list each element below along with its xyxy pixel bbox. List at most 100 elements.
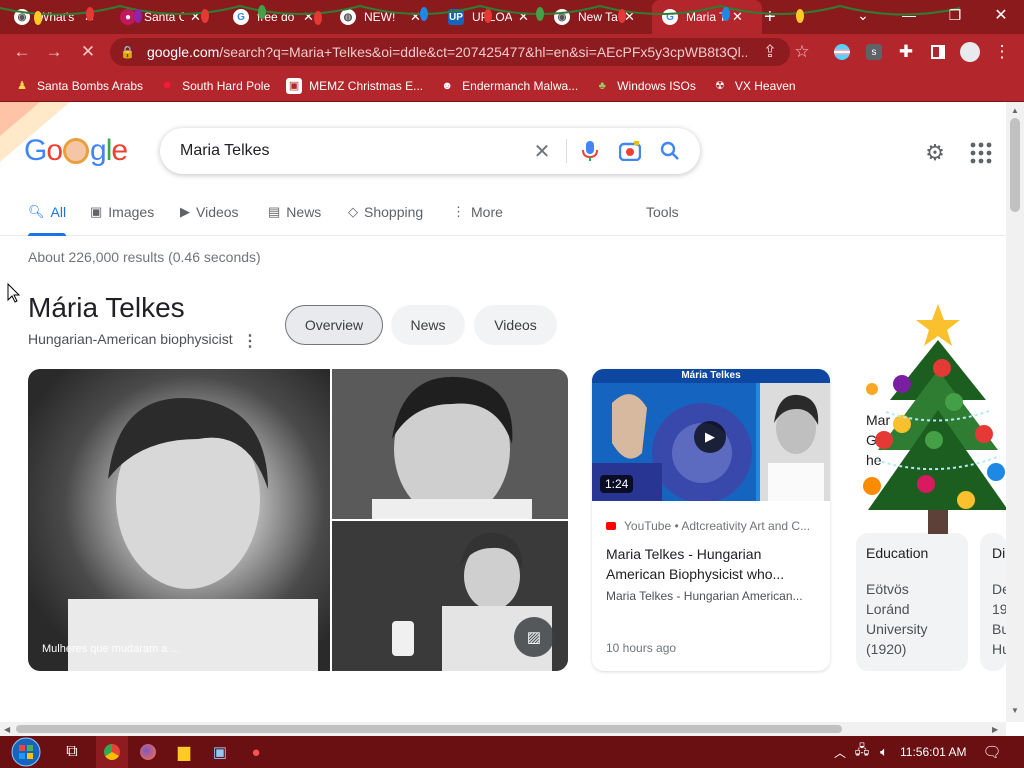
bookmark-item[interactable]: ♣ Windows ISOs [594, 78, 696, 94]
play-icon: ▶ [180, 204, 190, 219]
chip-videos[interactable]: Videos [474, 305, 557, 345]
view-images-icon[interactable]: ▨ [514, 617, 554, 657]
bookmark-icon: ☢ [714, 80, 725, 92]
browser-tab[interactable]: ● Santa C ✕ [120, 0, 201, 34]
horizontal-scroll-thumb[interactable] [16, 725, 842, 733]
close-tab-icon[interactable]: ✕ [190, 9, 201, 25]
profile-avatar[interactable] [956, 34, 984, 70]
search-box[interactable]: Maria Telkes ✕ [160, 128, 700, 174]
tab-more[interactable]: ⋮ More [452, 204, 503, 220]
vertical-scroll-thumb[interactable] [1010, 118, 1020, 212]
more-icon: ⋮ [452, 204, 465, 219]
play-button-icon[interactable]: ▶ [694, 421, 726, 453]
url-domain: google.com [146, 44, 220, 60]
bookmark-star-icon[interactable]: ☆ [788, 34, 816, 70]
scroll-left-arrow-icon[interactable]: ◀ [4, 725, 10, 734]
tab-all[interactable]: 🔍︎ All [28, 204, 66, 220]
globe-icon: ◍ [340, 9, 356, 25]
new-tab-button[interactable]: + [764, 0, 776, 34]
back-button[interactable]: ← [8, 34, 36, 70]
system-clock[interactable]: 11:56:01 AM [900, 745, 967, 759]
close-tab-icon[interactable]: ✕ [624, 9, 635, 25]
search-input[interactable]: Maria Telkes [180, 142, 270, 160]
browser-tab-active[interactable]: G Maria T ✕ [652, 0, 762, 34]
browser-tab[interactable]: UP UPLOA ✕ [448, 0, 529, 34]
browser-tab[interactable]: ◉ What's ✕ [14, 0, 95, 34]
tab-news[interactable]: ▤ News [268, 204, 321, 220]
tab-shopping[interactable]: ◇ Shopping [348, 204, 423, 220]
browser-tab[interactable]: G free do ✕ [233, 0, 314, 34]
doodle-face-icon [63, 138, 90, 164]
tab-images[interactable]: ▣ Images [90, 204, 154, 220]
close-tab-icon[interactable]: ✕ [518, 9, 529, 25]
clear-search-icon[interactable]: ✕ [530, 139, 554, 163]
notifications-icon[interactable]: 🗨︎ [976, 736, 1008, 768]
camera-lens-icon[interactable] [618, 139, 642, 163]
close-tab-icon[interactable]: ✕ [732, 9, 743, 25]
flag-extension-icon[interactable] [828, 34, 856, 70]
search-tabs: 🔍︎ All ▣ Images ▶ Videos ▤ News ◇ Shopping ⋮ M… [0, 196, 1006, 236]
taskbar-firefox-icon[interactable] [132, 736, 164, 768]
scroll-up-arrow-icon[interactable]: ▲ [1011, 106, 1019, 115]
forward-button[interactable]: → [40, 34, 68, 70]
horizontal-scrollbar[interactable]: ◀ ▶ [0, 722, 1006, 736]
chrome-icon: ◉ [14, 9, 30, 25]
close-tab-icon[interactable]: ✕ [303, 9, 314, 25]
taskbar-chrome-icon[interactable] [96, 736, 128, 768]
partial-info-card[interactable]: Di De 19 Bu Hu [980, 533, 1006, 671]
tab-strip: ◉ What's ✕ ● Santa C ✕ G free do ✕ ◍ NEW… [0, 0, 1024, 34]
plus-icon: + [764, 5, 776, 28]
minimize-button[interactable]: — [886, 0, 932, 30]
tools-button[interactable]: Tools [646, 204, 679, 220]
puzzle-icon[interactable]: ✚ [892, 34, 920, 70]
taskbar-file-explorer-icon[interactable]: ▆ [168, 736, 200, 768]
browser-tab[interactable]: ◍ NEW! ✕ [340, 0, 421, 34]
taskbar-app-icon[interactable]: ▣ [204, 736, 236, 768]
lock-icon: 🔒 [120, 45, 135, 59]
side-panel-icon[interactable] [924, 34, 952, 70]
video-thumbnail[interactable]: Mária Telkes ▶ 1:24 [592, 369, 830, 501]
close-icon: ✕ [80, 42, 96, 61]
portrait-photo-large[interactable]: Mulheres que mudaram a ... [28, 369, 330, 671]
vertical-scrollbar[interactable]: ▲ ▼ [1006, 102, 1024, 722]
google-logo[interactable]: Go gle [24, 134, 128, 168]
bookmark-icon: ▣ [286, 77, 303, 94]
search-icon[interactable] [658, 139, 682, 163]
image-caption: Mulheres que mudaram a ... [42, 643, 180, 655]
tab-search-icon[interactable]: ⌄ [840, 0, 886, 30]
tab-title: Santa C [144, 10, 184, 24]
voice-search-icon[interactable] [578, 139, 602, 163]
restore-button[interactable]: ❐ [932, 0, 978, 30]
close-tab-icon[interactable]: ✕ [84, 9, 95, 25]
settings-gear-icon[interactable]: ⚙ [922, 140, 948, 166]
more-options-icon[interactable]: ⋮ [242, 331, 258, 351]
apps-grid-icon[interactable] [970, 142, 992, 169]
education-card[interactable]: Education Eötvös Loránd University (1920… [856, 533, 968, 671]
tab-videos[interactable]: ▶ Videos [180, 204, 239, 220]
scroll-right-arrow-icon[interactable]: ▶ [992, 725, 998, 734]
bookmark-item[interactable]: ☻ Endermanch Malwa... [439, 78, 578, 94]
chip-news[interactable]: News [391, 305, 465, 345]
stop-button[interactable]: ✕ [74, 34, 102, 70]
video-result-card[interactable]: Mária Telkes ▶ 1:24 YouTube • Adtcreativ… [592, 369, 830, 671]
scroll-down-arrow-icon[interactable]: ▼ [1011, 706, 1019, 715]
task-view-icon[interactable]: ⧉ [56, 736, 88, 768]
kebab-menu-icon[interactable]: ⋮ [988, 34, 1016, 70]
portrait-photo-top-right[interactable] [332, 369, 568, 519]
browser-tab[interactable]: ◉ New Ta ✕ [554, 0, 635, 34]
photo-lab-bottom-right[interactable]: ▨ [332, 521, 568, 671]
s-extension-icon[interactable]: s [860, 34, 888, 70]
close-window-button[interactable]: ✕ [978, 0, 1024, 30]
bookmark-item[interactable]: ♟ Santa Bombs Arabs [14, 78, 143, 94]
video-title[interactable]: Maria Telkes - Hungarian American Biophy… [606, 544, 816, 584]
address-bar[interactable]: 🔒 google.com/search?q=Maria+Telkes&oi=dd… [110, 38, 790, 66]
bookmark-item[interactable]: ▣ MEMZ Christmas E... [286, 77, 423, 94]
bookmark-item[interactable]: ☢ VX Heaven [712, 78, 796, 94]
volume-icon[interactable]: 🔈︎ [868, 736, 900, 768]
chip-overview[interactable]: Overview [285, 305, 383, 345]
close-tab-icon[interactable]: ✕ [410, 9, 421, 25]
start-button[interactable] [6, 736, 46, 768]
share-icon[interactable]: ⇪ [756, 34, 784, 70]
taskbar-app2-icon[interactable]: ● [240, 736, 272, 768]
bookmark-item[interactable]: ✹ South Hard Pole [159, 78, 270, 94]
